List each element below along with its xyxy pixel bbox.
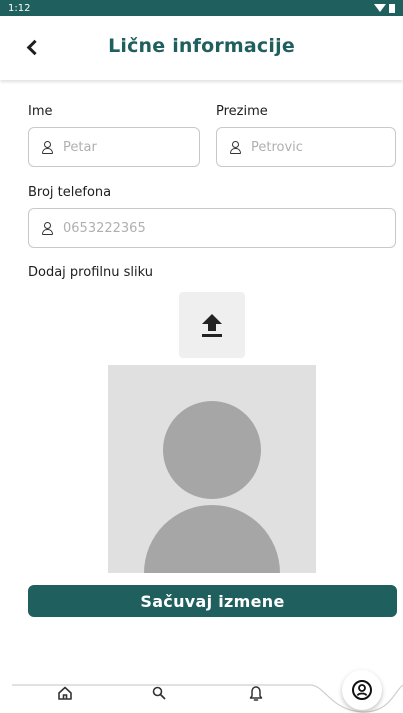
- search-icon: [152, 686, 166, 700]
- status-time: 1:12: [8, 2, 31, 14]
- first-name-field[interactable]: [28, 127, 200, 167]
- avatar-head: [163, 401, 261, 499]
- bottom-navigation: [0, 640, 403, 713]
- profile-icon: [352, 680, 372, 700]
- nav-home[interactable]: [50, 685, 80, 713]
- phone-field[interactable]: [28, 208, 396, 248]
- bell-icon: [249, 686, 263, 701]
- upload-icon: [202, 314, 222, 337]
- home-icon: [58, 686, 72, 700]
- avatar-placeholder: [108, 365, 316, 573]
- first-name-input[interactable]: [63, 139, 199, 155]
- profile-photo-label: Dodaj profilnu sliku: [28, 265, 153, 280]
- person-icon: [41, 141, 53, 154]
- person-icon: [41, 222, 53, 235]
- last-name-field[interactable]: [216, 127, 396, 167]
- upload-photo-button[interactable]: [179, 292, 245, 358]
- last-name-label: Prezime: [216, 104, 268, 119]
- phone-label: Broj telefona: [28, 185, 112, 200]
- nav-notifications[interactable]: [241, 685, 271, 713]
- app-bar: Lične informacije: [0, 16, 403, 80]
- last-name-input[interactable]: [251, 139, 395, 155]
- page-title: Lične informacije: [108, 35, 295, 57]
- nav-profile[interactable]: [342, 670, 382, 710]
- avatar-body: [144, 505, 280, 573]
- battery-icon: [389, 3, 395, 13]
- status-bar: 1:12: [0, 0, 403, 16]
- wifi-icon: [374, 4, 386, 12]
- phone-input[interactable]: [63, 220, 395, 236]
- save-changes-button[interactable]: Sačuvaj izmene: [28, 585, 397, 617]
- status-icons: [374, 3, 395, 13]
- nav-search[interactable]: [144, 685, 174, 713]
- first-name-label: Ime: [28, 104, 53, 119]
- person-icon: [229, 141, 241, 154]
